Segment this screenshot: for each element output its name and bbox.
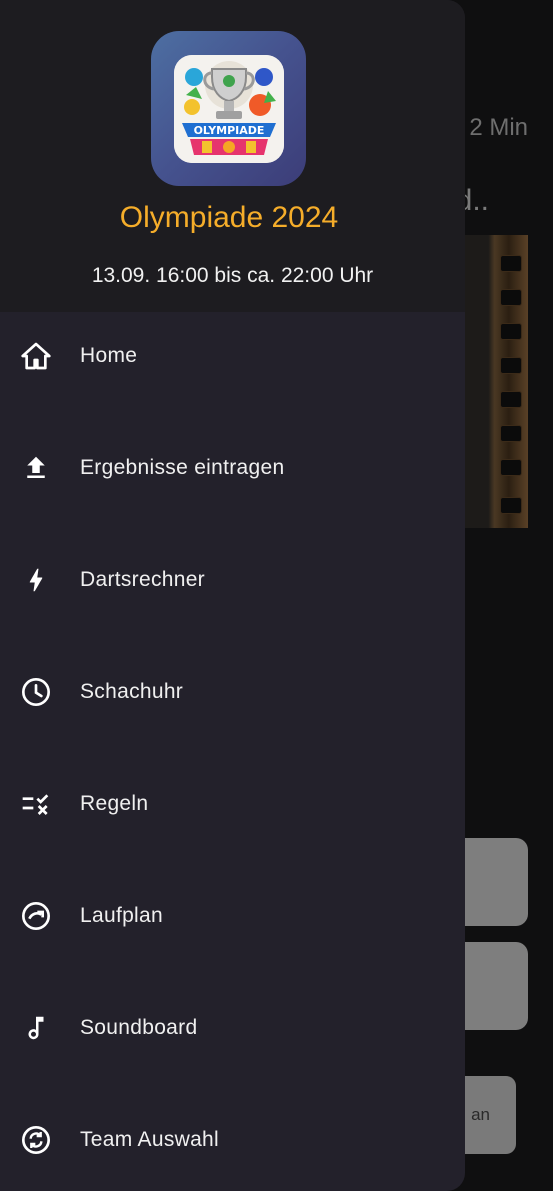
- bolt-icon: [19, 563, 53, 597]
- menu-item-schachuhr[interactable]: Schachuhr: [0, 636, 465, 748]
- menu-label: Laufplan: [80, 904, 163, 927]
- film-strip: [498, 235, 524, 528]
- menu-label: Soundboard: [80, 1016, 198, 1039]
- menu-label: Ergebnisse eintragen: [80, 456, 285, 479]
- menu-item-laufplan[interactable]: Laufplan: [0, 860, 465, 972]
- clock-icon: [19, 675, 53, 709]
- trophy-logo-icon: OLYMPIADE: [173, 54, 284, 163]
- logo-text: OLYMPIADE: [193, 124, 264, 137]
- sync-circle-icon: [19, 1123, 53, 1157]
- menu-item-regeln[interactable]: Regeln: [0, 748, 465, 860]
- menu-label: Dartsrechner: [80, 568, 205, 591]
- menu-label: Team Auswahl: [80, 1128, 220, 1151]
- app-title: Olympiade 2024: [119, 201, 339, 234]
- menu-label: Home: [80, 344, 138, 367]
- menu-item-dartsrechner[interactable]: Dartsrechner: [0, 524, 465, 636]
- menu-item-team-auswahl[interactable]: Team Auswahl: [0, 1084, 465, 1191]
- menu-label: Regeln: [80, 792, 149, 815]
- duration-text: 2 Min: [469, 114, 528, 141]
- upload-icon: [19, 451, 53, 485]
- menu-label: Schachuhr: [80, 680, 184, 703]
- background-button-label: an: [471, 1105, 490, 1124]
- menu-item-home[interactable]: Home: [0, 300, 465, 412]
- navigation-drawer: OLYMPIADE Olympiade 2024 13.09. 16:00 bi…: [0, 0, 465, 1191]
- progress-arrow-icon: [19, 899, 53, 933]
- event-time: 13.09. 16:00 bis ca. 22:00 Uhr: [91, 264, 374, 287]
- music-note-icon: [19, 1011, 53, 1045]
- drawer-header: OLYMPIADE Olympiade 2024 13.09. 16:00 bi…: [0, 0, 465, 312]
- app-logo: OLYMPIADE: [151, 31, 306, 186]
- home-icon: [19, 339, 53, 373]
- rules-checklist-icon: [19, 787, 53, 821]
- menu-item-soundboard[interactable]: Soundboard: [0, 972, 465, 1084]
- menu-item-ergebnisse[interactable]: Ergebnisse eintragen: [0, 412, 465, 524]
